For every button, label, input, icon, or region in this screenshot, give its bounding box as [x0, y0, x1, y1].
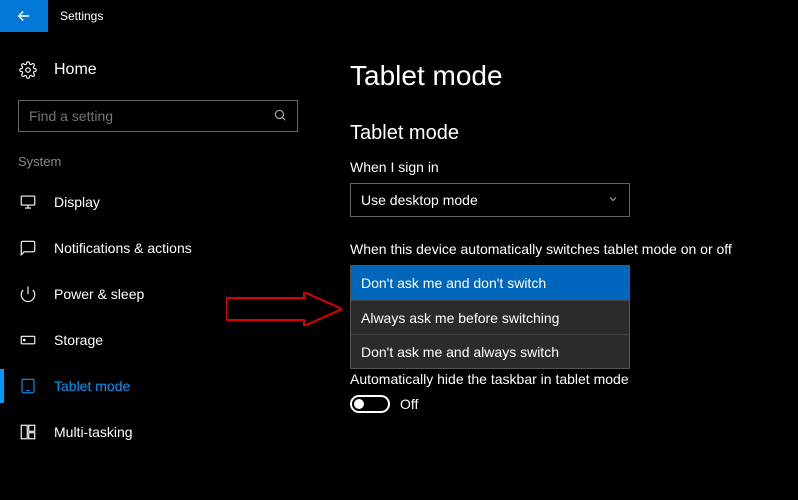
hide-taskbar-label: Automatically hide the taskbar in tablet… [350, 371, 798, 387]
hide-taskbar-value: Off [400, 396, 418, 412]
sidebar-item-notifications[interactable]: Notifications & actions [18, 225, 320, 271]
sidebar-item-label: Power & sleep [54, 286, 144, 302]
sidebar-item-display[interactable]: Display [18, 179, 320, 225]
sidebar-item-label: Multi-tasking [54, 424, 133, 440]
switch-option-1[interactable]: Always ask me before switching [351, 300, 629, 334]
search-input[interactable] [29, 108, 273, 124]
storage-icon [18, 331, 38, 349]
hide-taskbar-toggle-row: Off [350, 395, 798, 413]
main: Tablet mode Tablet mode When I sign in U… [320, 32, 798, 500]
content: Home System Display Notifications & acti… [0, 32, 798, 500]
sidebar-item-storage[interactable]: Storage [18, 317, 320, 363]
power-icon [18, 285, 38, 303]
gear-icon [18, 61, 38, 79]
chevron-down-icon [607, 193, 619, 208]
sidebar-home-label: Home [54, 61, 97, 79]
titlebar: Settings [0, 0, 798, 32]
message-icon [18, 239, 38, 257]
sidebar-group-label: System [18, 154, 320, 169]
signin-label: When I sign in [350, 159, 798, 175]
sidebar-item-multitasking[interactable]: Multi-tasking [18, 409, 320, 455]
multitask-icon [18, 423, 38, 441]
monitor-icon [18, 193, 38, 211]
tablet-icon [18, 377, 38, 395]
sidebar-item-power[interactable]: Power & sleep [18, 271, 320, 317]
signin-select[interactable]: Use desktop mode [350, 183, 630, 217]
signin-select-value: Use desktop mode [361, 192, 478, 208]
section-title: Tablet mode [350, 122, 798, 145]
sidebar: Home System Display Notifications & acti… [0, 32, 320, 500]
search-icon [273, 108, 287, 125]
sidebar-item-tablet-mode[interactable]: Tablet mode [18, 363, 320, 409]
sidebar-item-label: Notifications & actions [54, 240, 192, 256]
arrow-left-icon [15, 7, 33, 25]
sidebar-item-label: Storage [54, 332, 103, 348]
switch-label: When this device automatically switches … [350, 241, 798, 257]
switch-dropdown[interactable]: Don't ask me and don't switch Always ask… [350, 265, 630, 369]
sidebar-home[interactable]: Home [18, 50, 320, 90]
back-button[interactable] [0, 0, 48, 32]
switch-option-2[interactable]: Don't ask me and always switch [351, 334, 629, 368]
search-box[interactable] [18, 100, 298, 132]
switch-option-0[interactable]: Don't ask me and don't switch [351, 266, 629, 300]
app-title: Settings [60, 9, 103, 23]
sidebar-item-label: Tablet mode [54, 378, 130, 394]
sidebar-item-label: Display [54, 194, 100, 210]
hide-taskbar-toggle[interactable] [350, 395, 390, 413]
page-title: Tablet mode [350, 60, 798, 92]
